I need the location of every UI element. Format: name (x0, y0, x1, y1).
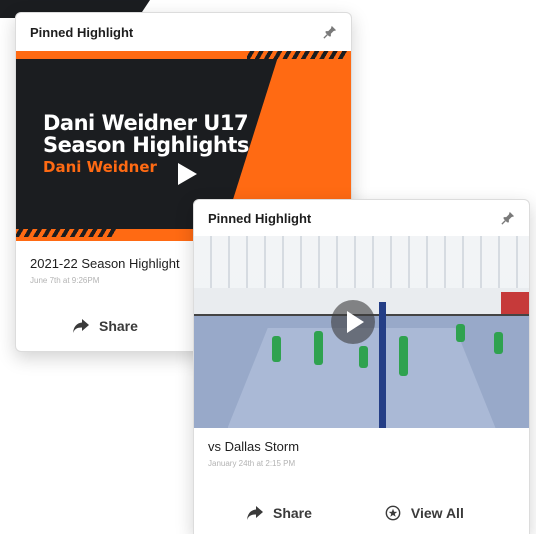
card-header: Pinned Highlight (194, 200, 529, 236)
player (314, 331, 323, 365)
stripe-decoration (247, 51, 347, 59)
play-icon[interactable] (171, 159, 201, 189)
play-icon[interactable] (331, 300, 375, 344)
video-thumbnail[interactable] (194, 236, 529, 428)
thumbnail-title-line2: Season Highlights (43, 133, 249, 157)
pin-icon[interactable] (501, 211, 515, 225)
pin-icon[interactable] (323, 25, 337, 39)
card-title: Pinned Highlight (208, 210, 312, 226)
share-label: Share (273, 505, 312, 521)
card-caption: vs Dallas Storm January 24th at 2:15 PM (194, 439, 529, 468)
player (494, 332, 503, 354)
thumbnail-title-line1: Dani Weidner U17 (43, 111, 249, 135)
share-button[interactable]: Share (72, 318, 138, 334)
player (272, 336, 281, 362)
star-badge-icon (384, 505, 402, 521)
pinned-highlight-card-2[interactable]: Pinned Highlight vs Dallas Storm January… (193, 199, 530, 534)
share-arrow-icon (72, 318, 90, 334)
card-actions: Share (72, 318, 138, 334)
card-header: Pinned Highlight (16, 13, 351, 51)
thumbnail-subtitle: Dani Weidner (43, 158, 157, 176)
view-all-button[interactable]: View All (384, 505, 464, 521)
stripe-decoration (16, 229, 116, 237)
share-label: Share (99, 318, 138, 334)
player (399, 336, 408, 376)
player (456, 324, 465, 342)
share-arrow-icon (246, 505, 264, 521)
highlight-title: vs Dallas Storm (208, 439, 300, 454)
card-actions: Share View All (246, 505, 464, 521)
view-all-label: View All (410, 505, 464, 521)
net-pole (379, 302, 386, 428)
card-title: Pinned Highlight (30, 24, 134, 40)
share-button[interactable]: Share (246, 505, 312, 521)
player (359, 346, 368, 368)
gym-ceiling (194, 236, 529, 296)
highlight-date: January 24th at 2:15 PM (208, 459, 296, 468)
